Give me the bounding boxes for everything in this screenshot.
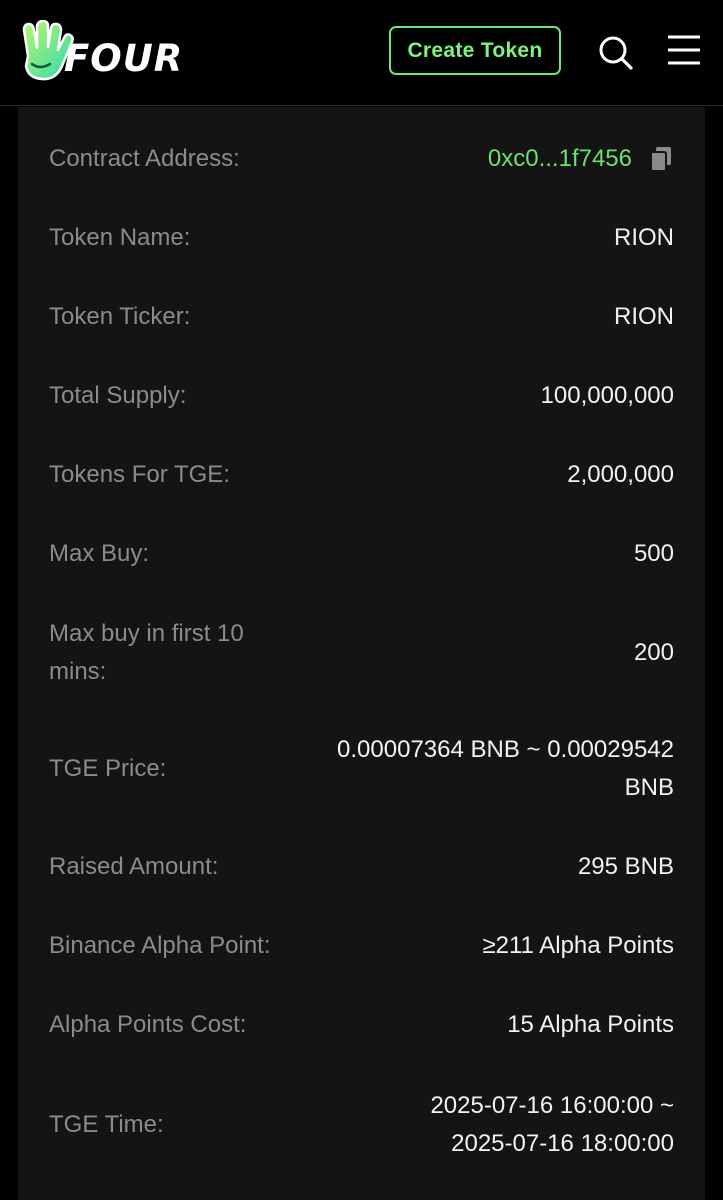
tokens-for-tge-row: Tokens For TGE: 2,000,000 bbox=[18, 456, 705, 494]
tokens-for-tge-value: 2,000,000 bbox=[567, 461, 674, 488]
contract-address-label: Contract Address: bbox=[49, 145, 240, 172]
four-logo[interactable]: FOUR bbox=[18, 20, 208, 84]
token-name-row: Token Name: RION bbox=[18, 219, 705, 257]
alpha-cost-row: Alpha Points Cost: 15 Alpha Points bbox=[18, 1006, 705, 1044]
token-name-label: Token Name: bbox=[49, 224, 191, 251]
alpha-point-row: Binance Alpha Point: ≥211 Alpha Points bbox=[18, 927, 705, 965]
tge-price-row: TGE Price: 0.00007364 BNB ~ 0.00029542 B… bbox=[18, 731, 705, 807]
logo-text: FOUR bbox=[64, 37, 184, 80]
tge-price-value: 0.00007364 BNB ~ 0.00029542 BNB bbox=[337, 736, 674, 801]
contract-address-group: 0xc0...1f7456 bbox=[488, 140, 674, 178]
create-token-button[interactable]: Create Token bbox=[389, 26, 561, 75]
total-supply-row: Total Supply: 100,000,000 bbox=[18, 377, 705, 415]
token-ticker-row: Token Ticker: RION bbox=[18, 298, 705, 336]
max-buy-label: Max Buy: bbox=[49, 540, 150, 567]
token-ticker-label: Token Ticker: bbox=[49, 303, 191, 330]
alpha-cost-value: 15 Alpha Points bbox=[507, 1011, 674, 1038]
total-supply-label: Total Supply: bbox=[49, 382, 187, 409]
alpha-point-value: ≥211 Alpha Points bbox=[482, 932, 674, 959]
max-buy-row: Max Buy: 500 bbox=[18, 535, 705, 573]
hamburger-menu-icon[interactable] bbox=[667, 34, 701, 66]
tge-time-row: TGE Time: 2025-07-16 16:00:00 ~ 2025-07-… bbox=[18, 1087, 705, 1163]
top-header: FOUR Create Token bbox=[0, 0, 723, 106]
token-name-value: RION bbox=[614, 224, 674, 251]
alpha-cost-label: Alpha Points Cost: bbox=[49, 1011, 247, 1038]
raised-amount-row: Raised Amount: 295 BNB bbox=[18, 848, 705, 886]
search-icon[interactable] bbox=[597, 34, 633, 70]
token-ticker-value: RION bbox=[614, 303, 674, 330]
raised-amount-label: Raised Amount: bbox=[49, 853, 219, 880]
contract-address-row: Contract Address: 0xc0...1f7456 bbox=[18, 140, 705, 178]
max-buy-value: 500 bbox=[633, 540, 674, 567]
copy-icon[interactable] bbox=[650, 146, 672, 172]
max-buy-first-10-value: 200 bbox=[633, 639, 674, 666]
raised-amount-value: 295 BNB bbox=[577, 853, 674, 880]
tge-price-label: TGE Price: bbox=[49, 755, 167, 782]
tge-time-value: 2025-07-16 16:00:00 ~ 2025-07-16 18:00:0… bbox=[430, 1092, 674, 1157]
tokens-for-tge-label: Tokens For TGE: bbox=[49, 461, 230, 488]
contract-address-link[interactable]: 0xc0...1f7456 bbox=[488, 140, 632, 178]
tge-time-label: TGE Time: bbox=[49, 1111, 164, 1138]
max-buy-first-10-label: Max buy in first 10 mins: bbox=[49, 620, 244, 685]
max-buy-first-10-row: Max buy in first 10 mins: 200 bbox=[18, 615, 705, 691]
token-details-panel: Contract Address: 0xc0...1f7456 Token Na… bbox=[18, 107, 705, 1200]
total-supply-value: 100,000,000 bbox=[540, 382, 674, 409]
alpha-point-label: Binance Alpha Point: bbox=[49, 932, 271, 959]
